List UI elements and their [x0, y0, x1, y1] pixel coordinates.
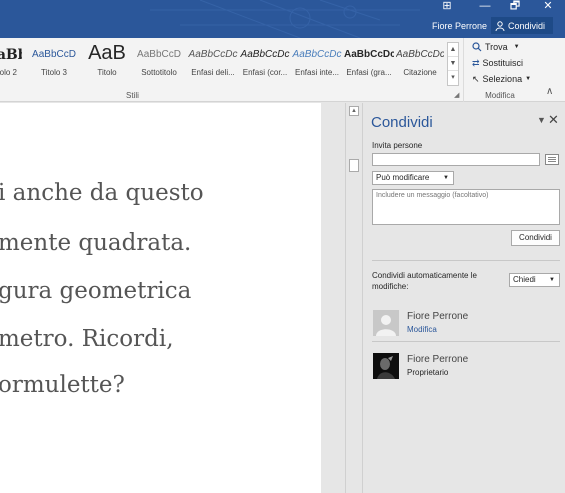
replace-button[interactable]: ⇄ Sostituisci: [464, 55, 535, 71]
document-line: i anche da questo: [0, 180, 204, 206]
person-item[interactable]: Fiore Perrone Modifica: [372, 308, 560, 340]
minimize-icon[interactable]: —: [470, 0, 500, 14]
address-book-icon[interactable]: [545, 154, 559, 165]
share-pane: Condividi ▼ ✕ Invita persone Può modific…: [362, 103, 565, 493]
style-enfasi-delicata[interactable]: AaBbCcDc Enfasi deli...: [188, 40, 238, 86]
style-sample: AaBbCcD: [32, 49, 76, 60]
auto-share-select[interactable]: Chiedi ▼: [509, 273, 560, 287]
invite-label: Invita persone: [372, 141, 423, 150]
document-line: ormulette?: [0, 372, 125, 398]
style-enfasi-grassetto[interactable]: AaBbCcDc Enfasi (gra...: [344, 40, 394, 86]
avatar: [373, 310, 399, 336]
profile-photo-icon: [373, 353, 399, 379]
styles-group-label: Stili: [126, 91, 139, 100]
select-button[interactable]: ↖ Seleziona ▼: [464, 71, 535, 87]
share-submit-button[interactable]: Condividi: [511, 230, 560, 246]
permission-select[interactable]: Può modificare ▼: [372, 171, 454, 185]
style-sottotitolo[interactable]: AaBbCcD Sottotitolo: [134, 40, 184, 86]
style-label: Titolo: [97, 68, 117, 77]
style-sample: AaBbCcDc: [188, 49, 238, 60]
style-label: Titolo 2: [0, 68, 17, 77]
cursor-icon: ↖: [472, 73, 480, 84]
style-label: Sottotitolo: [141, 68, 177, 77]
chevron-down-icon: ▼: [549, 277, 555, 283]
style-sample: AaBbCcDc: [396, 49, 444, 60]
user-name[interactable]: Fiore Perrone: [432, 20, 487, 32]
divider: [372, 341, 560, 342]
pane-options-icon[interactable]: ▼: [537, 115, 546, 125]
restore-icon[interactable]: 🗗: [500, 0, 530, 14]
person-name: Fiore Perrone: [407, 311, 469, 322]
style-titolo-2[interactable]: AaBbCcDc Titolo 2: [0, 40, 22, 86]
style-sample: AaBbCcD: [137, 49, 181, 60]
document-margin: [321, 103, 345, 493]
search-icon: [472, 42, 482, 52]
document-line: mente quadrata.: [0, 230, 192, 256]
style-label: Enfasi inte...: [294, 68, 340, 77]
styles-dialog-launcher-icon[interactable]: ◢: [454, 91, 459, 99]
auto-share-label: Condividi automaticamente le modifiche:: [372, 271, 477, 291]
divider: [372, 260, 560, 261]
style-titolo[interactable]: AaB Titolo: [84, 40, 130, 86]
invite-input[interactable]: [372, 153, 540, 166]
ribbon: AaBbCcDc Titolo 2 AaBbCcD Titolo 3 AaB T…: [0, 38, 565, 102]
style-label: Citazione: [403, 68, 437, 77]
styles-gallery-scroll[interactable]: ▲ ▼ ▾: [447, 42, 459, 86]
scroll-thumb[interactable]: [349, 159, 359, 172]
chevron-down-icon: ▼: [443, 175, 449, 181]
default-avatar-icon: [373, 310, 399, 336]
person-name: Fiore Perrone: [407, 354, 469, 365]
scroll-up-icon[interactable]: ▲: [349, 106, 359, 116]
edit-group-label: Modifica: [485, 91, 515, 100]
style-sample: AaBbCcDc: [292, 49, 342, 60]
person-role: Modifica: [407, 325, 437, 334]
style-label: Titolo 3: [41, 68, 67, 77]
share-button[interactable]: Condividi: [491, 17, 553, 34]
person-item[interactable]: Fiore Perrone Proprietario: [372, 351, 560, 383]
close-icon[interactable]: ✕: [533, 0, 563, 14]
style-citazione[interactable]: AaBbCcDc Citazione: [396, 40, 444, 86]
permission-value: Può modificare: [376, 173, 430, 182]
style-sample: AaBbCcDc: [0, 47, 22, 63]
style-sample: AaBbCcDc: [344, 49, 394, 60]
style-label: Enfasi (cor...: [242, 68, 288, 77]
person-role: Proprietario: [407, 368, 449, 377]
style-enfasi-intensa[interactable]: AaBbCcDc Enfasi inte...: [292, 40, 342, 86]
select-dropdown-icon: ▼: [525, 76, 532, 82]
document-line: metro. Ricordi,: [0, 326, 174, 352]
person-icon: [495, 20, 505, 31]
title-bar: ⊞ — 🗗 ✕ Fiore Perrone Condividi: [0, 0, 565, 38]
select-label: Seleziona: [482, 74, 523, 84]
replace-icon: ⇄: [472, 57, 480, 68]
share-button-label: Condividi: [508, 20, 546, 31]
find-label: Trova: [485, 42, 508, 52]
pane-title: Condividi: [371, 114, 433, 131]
vertical-scrollbar[interactable]: ▲: [345, 103, 361, 493]
gallery-more-icon[interactable]: ▾: [448, 71, 458, 85]
message-field[interactable]: [372, 189, 560, 225]
style-sample: AaB: [88, 42, 126, 64]
collapse-ribbon-icon[interactable]: ∧: [546, 86, 553, 97]
document-line: gura geometrica: [0, 278, 192, 304]
gallery-up-icon[interactable]: ▲: [448, 43, 458, 57]
style-sample: AaBbCcDc: [240, 49, 290, 60]
style-enfasi-corsivo[interactable]: AaBbCcDc Enfasi (cor...: [240, 40, 290, 86]
close-icon[interactable]: ✕: [548, 112, 559, 128]
edit-group: Trova ▼ ⇄ Sostituisci ↖ Seleziona ▼ Modi…: [463, 38, 535, 102]
auto-share-value: Chiedi: [513, 275, 536, 284]
replace-label: Sostituisci: [482, 58, 524, 68]
style-titolo-3[interactable]: AaBbCcD Titolo 3: [27, 40, 81, 86]
find-button[interactable]: Trova ▼: [464, 39, 535, 55]
avatar: [373, 353, 399, 379]
ribbon-display-options-icon[interactable]: ⊞: [432, 0, 462, 14]
style-label: Enfasi deli...: [191, 68, 235, 77]
style-label: Enfasi (gra...: [346, 68, 392, 77]
find-dropdown-icon: ▼: [513, 44, 520, 50]
gallery-down-icon[interactable]: ▼: [448, 57, 458, 71]
document-page[interactable]: i anche da questo mente quadrata. gura g…: [0, 103, 321, 493]
